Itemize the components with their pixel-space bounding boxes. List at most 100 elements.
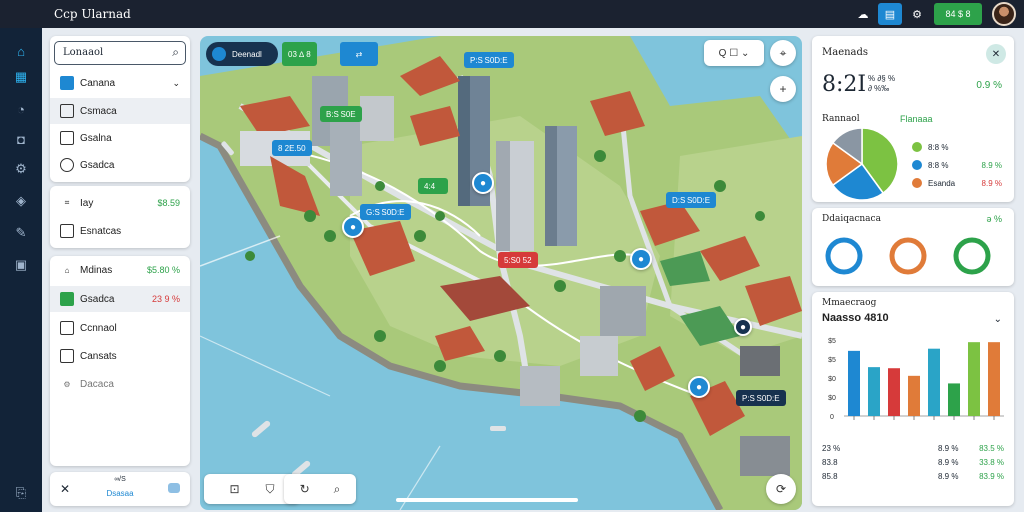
progress-ring: [825, 237, 863, 275]
pen-icon[interactable]: ✎: [10, 222, 32, 244]
pie-chart: [825, 127, 899, 201]
compass-icon: [212, 47, 226, 61]
stat-value: 0.9 %: [976, 80, 1002, 91]
camera-icon[interactable]: ◘: [10, 128, 32, 150]
bar-e: [928, 348, 940, 416]
list-item-mdinas[interactable]: ⌂ Mdinas $5.80 %: [50, 257, 190, 283]
legend-item: Esanda 8.9 %: [912, 176, 1006, 190]
list-item-dacaca[interactable]: ⚙ Dacaca: [50, 371, 190, 397]
map-title-tag[interactable]: Deenadl: [206, 42, 278, 66]
monitor-icon[interactable]: ▣: [10, 254, 32, 276]
bar-h: [988, 342, 1000, 416]
map-pin-icon[interactable]: ●: [734, 318, 752, 336]
city-map[interactable]: Deenadl 03 ∆ 8 ⇄ P:S S0D:E 8 2E.50 D:S S…: [200, 36, 802, 510]
layers-panel: Lonaaol ⌕ Canana ⌄ Csmaca Gsalna Gsadca: [50, 36, 190, 182]
left-rail: ⌂ ▦ ◔ ◘ ⚙ ◈ ✎ ▣ ⎘: [0, 0, 42, 512]
settings-icon[interactable]: ⚙: [10, 158, 32, 180]
list-item-gsadca-2[interactable]: Gsadca 23 9 %: [50, 286, 190, 312]
map-stat-tag[interactable]: 03 ∆ 8: [282, 42, 317, 66]
close-icon[interactable]: ✕: [60, 482, 70, 496]
legend-title: Flanaaa: [900, 114, 933, 124]
list-item-iay[interactable]: ⌗ Iay $8.59: [50, 190, 190, 216]
zoom-in-button[interactable]: +: [770, 76, 796, 102]
map-search-control[interactable]: Q ☐ ⌄: [704, 40, 764, 66]
search-icon[interactable]: ⌕: [172, 45, 179, 60]
map-pin-icon[interactable]: ●: [342, 216, 364, 238]
map-label[interactable]: B:S S0E: [320, 106, 362, 122]
compass-icon[interactable]: ◈: [10, 190, 32, 212]
pie-title: Rannaol: [822, 114, 860, 124]
y-tick-label: 0: [830, 414, 834, 421]
search-value: Lonaaol: [63, 47, 104, 58]
location-icon[interactable]: ⌖: [770, 40, 796, 66]
list-item-canana[interactable]: Canana ⌄: [50, 70, 190, 96]
grid-icon[interactable]: ▦: [10, 66, 32, 88]
tag-icon: ⌗: [64, 198, 70, 207]
chevron-down-icon[interactable]: ⌄: [172, 78, 180, 89]
shield-icon[interactable]: ⛉: [266, 482, 275, 497]
legend-item: 8:8 % 8.9 %: [912, 158, 1006, 172]
chat-icon[interactable]: [168, 483, 180, 493]
big-value: 8:2I: [822, 72, 867, 97]
search-icon[interactable]: ⌕: [334, 482, 341, 497]
map-pin-icon[interactable]: ●: [630, 248, 652, 270]
layer-icon: [60, 292, 74, 306]
bar-a: [848, 350, 860, 416]
list-item-ccnnaol[interactable]: Ccnnaol: [50, 315, 190, 341]
home-icon[interactable]: ⌂: [10, 40, 32, 62]
map-label[interactable]: G:S S0D:E: [360, 204, 411, 220]
search-input[interactable]: Lonaaol ⌕: [54, 41, 186, 65]
map-label[interactable]: 4:4: [418, 178, 449, 194]
table-row: 85.8 8.9 % 83.9 %: [822, 472, 1004, 481]
settings-icon[interactable]: ⚙: [906, 3, 928, 25]
y-tick-label: $5: [828, 338, 836, 345]
rotate-icon[interactable]: ↻: [300, 482, 310, 496]
layer-icon: [60, 76, 74, 90]
legend-dot: [912, 160, 922, 170]
bar-f: [948, 383, 960, 416]
list-item-cansats[interactable]: Cansats: [50, 343, 190, 369]
layer-icon: [60, 349, 74, 363]
layers-button[interactable]: ⟳: [766, 474, 796, 504]
home-icon: ⌂: [64, 265, 70, 275]
card-title: Mmaecraog: [822, 298, 877, 308]
cloud-icon[interactable]: ☁: [852, 3, 874, 25]
route-icon[interactable]: ⇄: [340, 42, 378, 66]
map-label[interactable]: P:S S0D:E: [464, 52, 514, 68]
close-icon[interactable]: ✕: [986, 44, 1006, 64]
chat-icon[interactable]: ◔: [10, 98, 32, 120]
map-canvas: [200, 36, 802, 510]
exit-icon[interactable]: ⎘: [10, 482, 32, 504]
footer-panel: ✕ ∞/S Dsasaa: [50, 472, 190, 506]
scroll-bar[interactable]: [396, 498, 578, 502]
status-button[interactable]: 84 $ 8: [934, 3, 982, 25]
map-label[interactable]: D:S S0D:E: [666, 192, 717, 208]
bar-d: [908, 375, 920, 416]
map-pin-icon[interactable]: ●: [688, 376, 710, 398]
list-item-esnatcas[interactable]: Esnatcas: [50, 218, 190, 244]
crop-icon[interactable]: ⊡: [229, 482, 239, 496]
list-item-gsalna[interactable]: Gsalna: [50, 125, 190, 151]
list-item-csmaca[interactable]: Csmaca: [50, 98, 190, 124]
layer-icon: [60, 224, 74, 238]
sub-value: % ∂§ % ∂ %‰: [868, 74, 896, 93]
chevron-down-icon[interactable]: ⌄: [994, 314, 1002, 325]
rings-card: Ddaiqacnaca ǝ %: [812, 208, 1014, 286]
map-pin-icon[interactable]: ●: [472, 172, 494, 194]
card-title: Maenads: [822, 47, 869, 58]
table-row: 23 % 8.9 % 83.5 %: [822, 444, 1004, 453]
bar-g: [968, 342, 980, 416]
gear-icon: ⚙: [63, 379, 71, 389]
layer-icon: [60, 131, 74, 145]
map-label[interactable]: 5:S0 52: [498, 252, 538, 268]
map-label[interactable]: 8 2E.50: [272, 140, 312, 156]
table-row: 83.8 8.9 % 33.8 %: [822, 458, 1004, 467]
stat-value: ǝ %: [986, 214, 1002, 224]
avatar[interactable]: [992, 2, 1016, 26]
map-label[interactable]: P:S S0D:E: [736, 390, 786, 406]
layer-icon: [60, 321, 74, 335]
footer-label: Dsasaa: [106, 489, 134, 498]
list-item-gsadca[interactable]: Gsadca: [50, 152, 190, 178]
card-title: Ddaiqacnaca: [822, 214, 881, 224]
calendar-button[interactable]: ▤: [878, 3, 902, 25]
